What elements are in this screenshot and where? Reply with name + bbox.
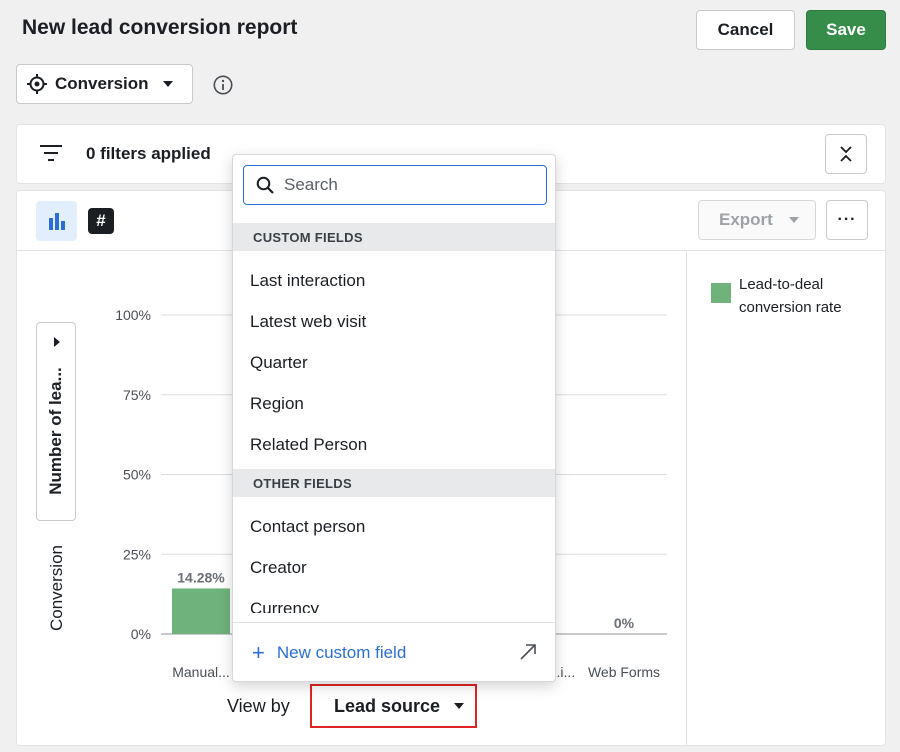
chart-legend: Lead-to-deal conversion rate xyxy=(711,273,859,319)
y-tick-label: 100% xyxy=(115,307,151,323)
export-button[interactable]: Export xyxy=(698,200,816,240)
x-category-label: Web Forms xyxy=(588,664,660,680)
y-axis-metric-select[interactable]: Number of lea... xyxy=(36,322,76,521)
list-item[interactable]: Currency xyxy=(233,588,555,614)
list-item[interactable]: Creator xyxy=(233,547,555,588)
y-tick-label: 0% xyxy=(131,626,151,642)
y-tick-label: 75% xyxy=(123,387,151,403)
view-by-select[interactable]: Lead source xyxy=(310,684,477,728)
search-field[interactable] xyxy=(243,165,547,205)
plus-icon: + xyxy=(252,639,265,665)
filters-applied-text[interactable]: 0 filters applied xyxy=(86,144,211,164)
save-button[interactable]: Save xyxy=(806,10,886,50)
chevron-down-icon xyxy=(162,81,173,87)
bar[interactable] xyxy=(172,588,230,634)
bar-value-label: 0% xyxy=(614,615,635,631)
view-by-value: Lead source xyxy=(334,695,441,716)
info-icon[interactable] xyxy=(213,75,233,95)
more-options-button[interactable]: ··· xyxy=(826,200,868,240)
new-custom-field-label: New custom field xyxy=(276,642,407,662)
legend-divider xyxy=(686,251,687,745)
y-axis-mode-label: Conversion xyxy=(47,545,66,631)
cancel-button[interactable]: Cancel xyxy=(696,10,795,50)
list-item[interactable]: Latest web visit xyxy=(233,301,555,342)
export-label: Export xyxy=(719,210,773,229)
view-by-label: View by xyxy=(227,696,290,716)
legend-label: Lead-to-deal conversion rate xyxy=(739,276,842,316)
field-list[interactable]: CUSTOM FIELDS Last interaction Latest we… xyxy=(233,223,555,613)
search-icon xyxy=(256,176,274,194)
page-title: New lead conversion report xyxy=(22,16,298,39)
y-tick-label: 25% xyxy=(123,546,151,562)
y-tick-label: 50% xyxy=(123,467,151,483)
y-axis-metric-label: Number of lea... xyxy=(46,367,65,495)
new-custom-field-button[interactable]: + New custom field xyxy=(233,622,555,681)
custom-fields-header: CUSTOM FIELDS xyxy=(233,223,555,251)
target-icon xyxy=(27,74,47,94)
report-mode-label: Conversion xyxy=(55,74,149,93)
external-link-icon xyxy=(520,644,536,660)
filter-icon[interactable] xyxy=(39,143,63,163)
collapse-filters-button[interactable] xyxy=(825,134,867,174)
legend-swatch xyxy=(711,283,731,303)
chevron-right-icon xyxy=(54,337,60,347)
chevron-down-icon xyxy=(454,703,465,709)
other-fields-header: OTHER FIELDS xyxy=(233,469,555,497)
chevron-down-icon xyxy=(788,217,799,223)
list-item[interactable]: Related Person xyxy=(233,424,555,465)
x-category-label: Manual... xyxy=(172,664,230,680)
collapse-icon xyxy=(840,146,852,162)
view-by-dropdown: CUSTOM FIELDS Last interaction Latest we… xyxy=(232,154,556,682)
list-item[interactable]: Contact person xyxy=(233,506,555,547)
list-item[interactable]: Last interaction xyxy=(233,260,555,301)
search-input[interactable] xyxy=(284,175,524,195)
bar-value-label: 14.28% xyxy=(177,569,225,585)
report-mode-select[interactable]: Conversion xyxy=(16,64,193,104)
list-item[interactable]: Quarter xyxy=(233,342,555,383)
list-item[interactable]: Region xyxy=(233,383,555,424)
